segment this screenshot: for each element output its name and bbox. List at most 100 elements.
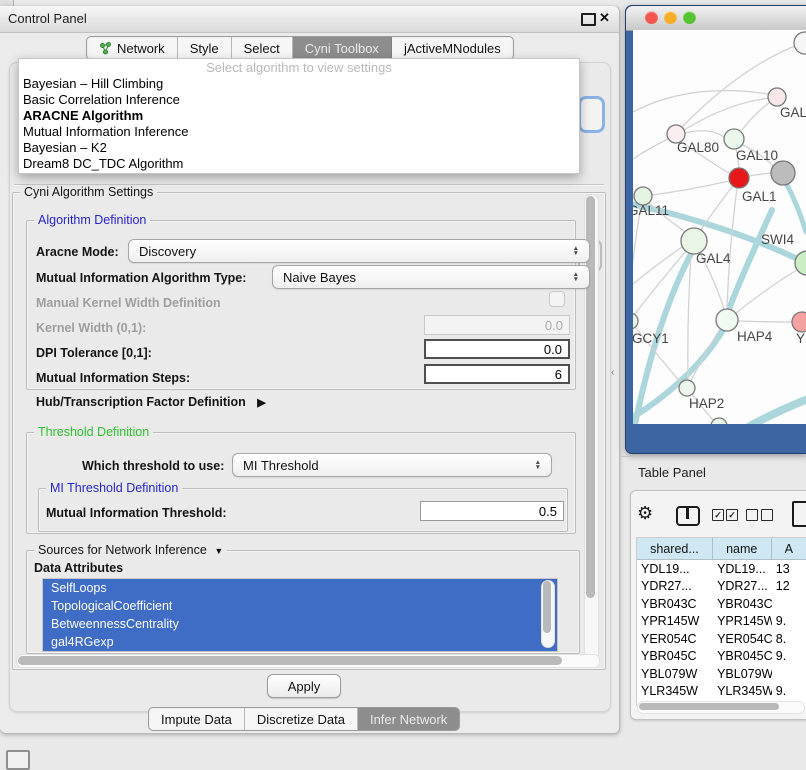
mi-type-combo[interactable]: Naive Bayes ▲▼ xyxy=(272,265,590,289)
algorithm-option[interactable]: Bayesian – Hill Climbing xyxy=(19,76,579,92)
tab-style[interactable]: Style xyxy=(178,37,232,59)
algorithm-option[interactable]: Dream8 DC_TDC Algorithm xyxy=(19,156,579,172)
network-edge[interactable] xyxy=(688,254,691,380)
columns-icon[interactable] xyxy=(676,506,700,526)
algorithm-option[interactable]: ARACNE Algorithm xyxy=(19,108,579,124)
network-node[interactable] xyxy=(729,168,749,188)
tab-jactivemnodules[interactable]: jActiveMNodules xyxy=(392,37,513,59)
control-panel-title: Control Panel xyxy=(8,11,87,26)
gear-icon[interactable]: ⚙ xyxy=(637,503,653,524)
table-cell: YBR043C xyxy=(637,597,713,611)
column-header-shared-name[interactable]: shared... xyxy=(637,538,713,560)
dropdown-placeholder: Select algorithm to view settings xyxy=(19,59,579,76)
network-edge[interactable] xyxy=(682,46,795,127)
deselect-all-columns-icon[interactable] xyxy=(746,509,773,521)
network-edge[interactable] xyxy=(633,139,668,159)
settings-hscrollbar-thumb[interactable] xyxy=(18,656,562,665)
table-cell: 9. xyxy=(772,684,806,698)
attribute-item[interactable]: BetweennessCentrality xyxy=(43,615,557,633)
tab-infer-network[interactable]: Infer Network xyxy=(358,708,459,730)
table-row[interactable]: YDL19...YDL19...13 xyxy=(637,560,806,578)
settings-legend: Cyni Algorithm Settings xyxy=(20,185,157,199)
traffic-light-close[interactable] xyxy=(645,11,658,24)
export-table-icon[interactable] xyxy=(792,501,806,527)
network-node[interactable] xyxy=(794,32,806,54)
attribute-item[interactable]: SelfLoops xyxy=(43,579,557,597)
node-label: HAP4 xyxy=(737,329,773,344)
network-edge[interactable] xyxy=(749,173,771,176)
table-hscrollbar-thumb[interactable] xyxy=(639,703,779,710)
docked-panel-icon[interactable] xyxy=(6,750,30,770)
combo-fragment-focused[interactable] xyxy=(578,96,605,133)
network-node[interactable] xyxy=(711,418,727,424)
table-row[interactable]: YBR045CYBR045C9. xyxy=(637,648,806,666)
sources-legend[interactable]: Sources for Network Inference ▼ xyxy=(34,543,227,557)
network-edge[interactable] xyxy=(633,205,641,313)
manual-kernel-checkbox[interactable] xyxy=(549,291,565,307)
which-threshold-combo[interactable]: MI Threshold ▲▼ xyxy=(232,453,552,477)
network-edge[interactable] xyxy=(685,131,724,137)
network-edge[interactable] xyxy=(701,186,733,230)
network-node[interactable] xyxy=(768,88,786,106)
mi-threshold-field[interactable]: 0.5 xyxy=(420,501,564,521)
tab-cyni-toolbox[interactable]: Cyni Toolbox xyxy=(293,37,392,59)
table-cell: YER054C xyxy=(637,632,713,646)
network-edge[interactable] xyxy=(728,210,772,312)
table-cell: YBL079W xyxy=(713,667,772,681)
table-row[interactable]: YER054CYER054C8. xyxy=(637,630,806,648)
algorithm-option[interactable]: Basic Correlation Inference xyxy=(19,92,579,108)
table-row[interactable]: YPR145WYPR145W9. xyxy=(637,613,806,631)
algorithm-option[interactable]: Mutual Information Inference xyxy=(19,124,579,140)
tab-network[interactable]: Network xyxy=(87,37,178,59)
table-cell: YER054C xyxy=(713,632,772,646)
network-node[interactable] xyxy=(795,251,806,275)
traffic-light-zoom[interactable] xyxy=(683,11,696,24)
tab-jactivemnodules-label: jActiveMNodules xyxy=(404,41,501,56)
network-node[interactable] xyxy=(679,380,695,396)
traffic-light-minimize[interactable] xyxy=(664,11,677,24)
network-edge[interactable] xyxy=(786,183,806,232)
kernel-width-field[interactable]: 0.0 xyxy=(424,315,570,335)
mi-steps-field[interactable]: 6 xyxy=(424,364,570,384)
attributes-scrollbar-thumb[interactable] xyxy=(543,581,551,633)
network-node[interactable] xyxy=(771,161,795,185)
network-node[interactable] xyxy=(724,129,744,149)
network-node[interactable] xyxy=(716,309,738,331)
network-edge[interactable] xyxy=(742,102,770,130)
control-panel-titlebar[interactable] xyxy=(0,6,619,33)
attribute-item[interactable]: TopologicalCoefficient xyxy=(43,597,557,615)
close-icon[interactable]: ✕ xyxy=(599,10,610,26)
apply-button[interactable]: Apply xyxy=(267,674,341,698)
tab-impute-data[interactable]: Impute Data xyxy=(149,708,245,730)
column-header-clipped[interactable]: A xyxy=(772,538,806,560)
combo-spinner-icon: ▲▼ xyxy=(573,272,579,282)
table-row[interactable]: YBR043CYBR043C xyxy=(637,595,806,613)
network-edge[interactable] xyxy=(750,399,806,424)
table-cell: 12 xyxy=(772,579,806,593)
table-row[interactable]: YBL079WYBL079W xyxy=(637,665,806,683)
select-all-columns-icon[interactable]: ✓✓ xyxy=(712,509,738,521)
algorithm-option[interactable]: Bayesian – K2 xyxy=(19,140,579,156)
attribute-item[interactable]: gal4RGexp xyxy=(43,633,557,651)
network-edge[interactable] xyxy=(652,181,729,195)
aracne-mode-combo[interactable]: Discovery ▲▼ xyxy=(128,239,590,263)
node-label: GAL4 xyxy=(696,251,731,266)
mi-type-value: Naive Bayes xyxy=(283,270,356,285)
tab-discretize-data[interactable]: Discretize Data xyxy=(245,708,358,730)
float-window-icon[interactable] xyxy=(581,13,596,26)
node-label: HAP2 xyxy=(689,396,724,411)
tab-select[interactable]: Select xyxy=(232,37,293,59)
table-row[interactable]: YDR27...YDR27...12 xyxy=(637,578,806,596)
hub-definition-toggle[interactable]: Hub/Transcription Factor Definition ▶ xyxy=(36,395,266,409)
kernel-width-value: 0.0 xyxy=(545,318,563,333)
column-header-name[interactable]: name xyxy=(713,538,772,560)
dpi-tolerance-field[interactable]: 0.0 xyxy=(424,339,570,359)
mi-threshold-value: 0.5 xyxy=(539,504,557,519)
table-row[interactable]: YLR345WYLR345W9. xyxy=(637,683,806,701)
kernel-width-label: Kernel Width (0,1): xyxy=(36,321,146,335)
network-edge[interactable] xyxy=(738,321,792,322)
network-node[interactable] xyxy=(633,313,638,329)
network-node[interactable] xyxy=(792,312,806,332)
network-canvas[interactable]: GALGAL80GAL10GAL1GAL11GAL4SWI4GCY1HAP4YH… xyxy=(633,30,806,424)
splitter-handle-icon[interactable]: ‹ xyxy=(611,367,614,378)
